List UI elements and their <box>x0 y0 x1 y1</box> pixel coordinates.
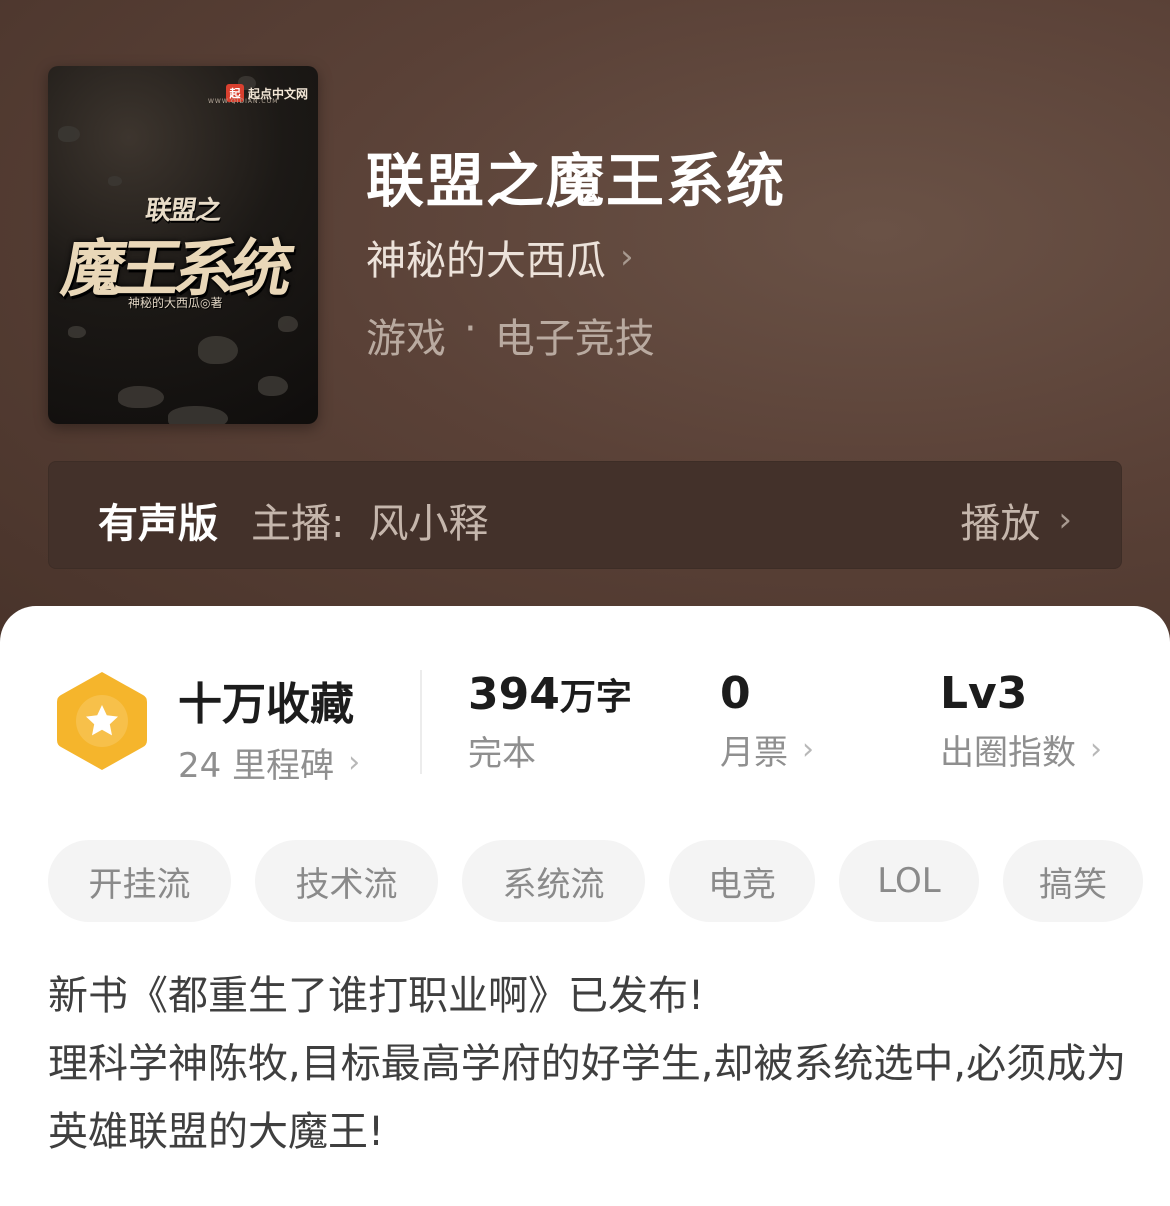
tag-chip[interactable]: 系统流 <box>462 840 645 922</box>
monthly-votes-value: 0 <box>720 668 751 719</box>
tag-list: 开挂流 技术流 系统流 电竞 LOL 搞笑 <box>48 840 1143 922</box>
book-title: 联盟之魔王系统 <box>366 147 787 215</box>
genre-separator: · <box>464 306 477 352</box>
audio-host-label: 主播: <box>251 501 345 547</box>
description-line2: 理科学神陈牧,目标最高学府的好学生,却被系统选中,必须成为英雄联盟的大魔王! <box>48 1041 1127 1155</box>
tag-chip[interactable]: 技术流 <box>255 840 438 922</box>
tag-chip[interactable]: 开挂流 <box>48 840 231 922</box>
author-name: 神秘的大西瓜 <box>366 238 606 284</box>
monthly-votes-label: 月票 <box>720 733 788 773</box>
book-cover[interactable]: 起 起点中文网 WWW.QIDIAN.COM 联盟之 魔王系统 神秘的大西瓜◎著 <box>48 66 318 424</box>
cover-author: 神秘的大西瓜◎著 <box>128 296 223 310</box>
audio-edition-label: 有声版 <box>98 501 218 547</box>
book-header: 起 起点中文网 WWW.QIDIAN.COM 联盟之 魔王系统 神秘的大西瓜◎著… <box>0 0 1170 660</box>
completion-status: 完本 <box>468 734 536 774</box>
tag-chip[interactable]: 电竞 <box>669 840 815 922</box>
genre-sub: 电子竞技 <box>494 316 655 362</box>
tag-chip[interactable]: LOL <box>839 840 979 922</box>
genre-line: 游戏 · 电子竞技 <box>366 306 655 364</box>
milestones-label: 24 里程碑 <box>178 746 335 786</box>
collection-stat[interactable]: 十万收藏 24 里程碑 › <box>178 668 360 787</box>
chevron-right-icon: › <box>1058 500 1072 540</box>
word-count-value: 394 <box>468 669 560 720</box>
chevron-right-icon: › <box>1090 732 1102 767</box>
cover-brand-sub: WWW.QIDIAN.COM <box>208 98 279 105</box>
word-count-stat: 394万字 完本 <box>468 668 632 775</box>
popularity-level-stat[interactable]: Lv3 出圈指数 › <box>940 668 1102 774</box>
level-value: Lv3 <box>940 668 1028 719</box>
collection-count: 十万收藏 <box>178 679 354 730</box>
audio-host: 主播: 风小释 <box>251 491 488 549</box>
chevron-right-icon: › <box>802 732 814 767</box>
stat-divider <box>420 670 422 774</box>
tag-chip[interactable]: 搞笑 <box>1003 840 1143 922</box>
milestones-link[interactable]: 24 里程碑 › <box>178 738 360 787</box>
star-badge-icon <box>57 672 147 770</box>
chevron-right-icon: › <box>348 745 361 780</box>
monthly-votes-stat[interactable]: 0 月票 › <box>720 668 814 774</box>
play-label: 播放 <box>960 501 1041 547</box>
audio-edition-bar[interactable]: 有声版 主播: 风小释 播放 › <box>48 461 1122 569</box>
word-count-unit: 万字 <box>559 677 632 718</box>
audio-host-name: 风小释 <box>368 501 489 547</box>
author-link[interactable]: 神秘的大西瓜 › <box>366 228 634 286</box>
genre-main: 游戏 <box>366 316 446 362</box>
play-button[interactable]: 播放 › <box>960 491 1072 549</box>
chevron-right-icon: › <box>620 237 634 277</box>
description-line1: 新书《都重生了谁打职业啊》已发布! <box>48 973 705 1019</box>
level-label: 出圈指数 <box>940 733 1076 773</box>
book-description[interactable]: 新书《都重生了谁打职业啊》已发布! 理科学神陈牧,目标最高学府的好学生,却被系统… <box>48 962 1128 1166</box>
